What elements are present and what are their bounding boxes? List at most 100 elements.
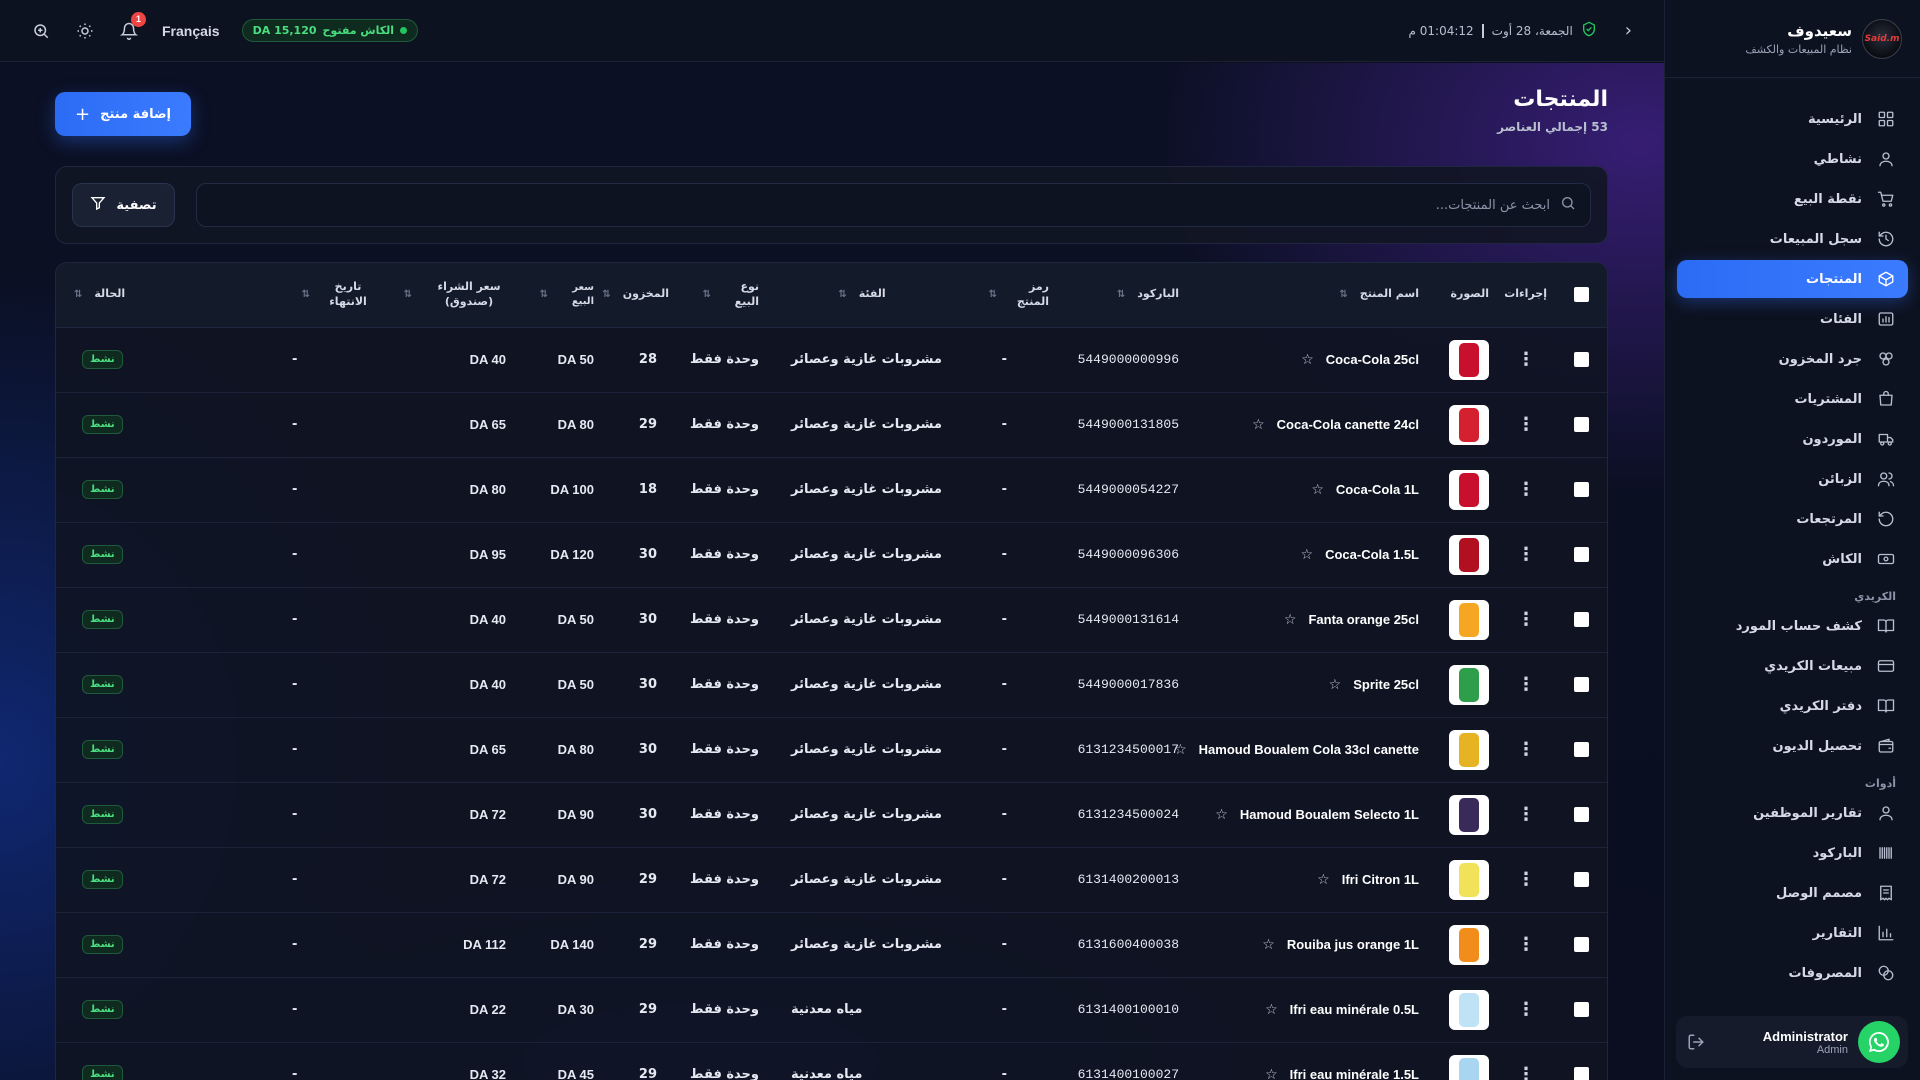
sidebar-item-barcode[interactable]: الباركود	[1677, 834, 1908, 872]
row-actions-menu-icon[interactable]: ⋮	[1497, 392, 1555, 457]
sidebar-item-book[interactable]: كشف حساب المورد	[1677, 607, 1908, 645]
sidebar-item-history[interactable]: سجل المبيعات	[1677, 220, 1908, 258]
whatsapp-icon[interactable]	[1858, 1021, 1900, 1063]
row-actions-menu-icon[interactable]: ⋮	[1497, 782, 1555, 847]
sidebar-item-wallet[interactable]: تحصيل الديون	[1677, 727, 1908, 765]
table-row[interactable]: ⋮ Coca-Cola canette 24cl ☆ 5449000131805 - مش…	[56, 392, 1607, 457]
row-checkbox[interactable]	[1573, 937, 1589, 952]
row-checkbox[interactable]	[1573, 417, 1589, 432]
table-row[interactable]: ⋮ Hamoud Boualem Selecto 1L ☆ 6131234500024…	[56, 782, 1607, 847]
product-name[interactable]: Ifri eau minérale 0.5L	[1290, 1002, 1419, 1017]
sidebar-item-cash[interactable]: الكاش	[1677, 540, 1908, 578]
sidebar-item-receipt[interactable]: مصمم الوصل	[1677, 874, 1908, 912]
row-actions-menu-icon[interactable]: ⋮	[1497, 847, 1555, 912]
product-name[interactable]: Rouiba jus orange 1L	[1287, 937, 1419, 952]
product-name[interactable]: Coca-Cola 1L	[1336, 482, 1419, 497]
row-actions-menu-icon[interactable]: ⋮	[1497, 1042, 1555, 1080]
header-stock[interactable]: المخزون ⇅	[602, 287, 669, 302]
header-code[interactable]: رمز المنتج ⇅	[965, 280, 1049, 310]
favorite-star-icon[interactable]: ☆	[1215, 807, 1228, 823]
sidebar-item-stock[interactable]: جرد المخزون	[1677, 340, 1908, 378]
favorite-star-icon[interactable]: ☆	[1265, 1002, 1278, 1018]
favorite-star-icon[interactable]: ☆	[1265, 1067, 1278, 1080]
product-name[interactable]: Hamoud Boualem Cola 33cl canette	[1199, 742, 1419, 757]
sidebar-item-truck[interactable]: الموردون	[1677, 420, 1908, 458]
product-name[interactable]: Sprite 25cl	[1353, 677, 1419, 692]
favorite-star-icon[interactable]: ☆	[1329, 677, 1342, 693]
favorite-star-icon[interactable]: ☆	[1301, 547, 1314, 563]
row-actions-menu-icon[interactable]: ⋮	[1497, 652, 1555, 717]
row-actions-menu-icon[interactable]: ⋮	[1497, 587, 1555, 652]
header-expiry[interactable]: تاريخ الانتهاء ⇅	[270, 280, 374, 310]
favorite-star-icon[interactable]: ☆	[1262, 937, 1275, 953]
product-name[interactable]: Coca-Cola 1.5L	[1325, 547, 1419, 562]
row-actions-menu-icon[interactable]: ⋮	[1497, 327, 1555, 392]
row-checkbox[interactable]	[1573, 1002, 1589, 1017]
row-actions-menu-icon[interactable]: ⋮	[1497, 522, 1555, 587]
sidebar-item-ledger[interactable]: دفتر الكريدي	[1677, 687, 1908, 725]
header-sale-price[interactable]: سعر البيع ⇅	[530, 281, 594, 308]
table-row[interactable]: ⋮ Coca-Cola 1.5L ☆ 5449000096306 - مشروبات غا…	[56, 522, 1607, 587]
row-actions-menu-icon[interactable]: ⋮	[1497, 977, 1555, 1042]
collapse-sidebar-icon[interactable]: ‹	[1625, 20, 1632, 41]
sidebar-item-employees[interactable]: تقارير الموظفين	[1677, 794, 1908, 832]
row-checkbox[interactable]	[1573, 547, 1589, 562]
row-checkbox[interactable]	[1573, 742, 1589, 757]
row-checkbox[interactable]	[1573, 677, 1589, 692]
table-row[interactable]: ⋮ Ifri Citron 1L ☆ 6131400200013 - مشروبات غا…	[56, 847, 1607, 912]
table-row[interactable]: ⋮ Ifri eau minérale 1.5L ☆ 6131400100027 - مي…	[56, 1042, 1607, 1080]
notifications-icon[interactable]: 1	[118, 11, 146, 42]
row-actions-menu-icon[interactable]: ⋮	[1497, 717, 1555, 782]
table-row[interactable]: ⋮ Rouiba jus orange 1L ☆ 6131600400038 - مشرو…	[56, 912, 1607, 977]
sidebar-item-categories[interactable]: الفئات	[1677, 300, 1908, 338]
table-row[interactable]: ⋮ Coca-Cola 25cl ☆ 5449000000996 - مشروبات غا…	[56, 327, 1607, 392]
product-name[interactable]: Hamoud Boualem Selecto 1L	[1240, 807, 1419, 822]
logout-icon[interactable]	[1684, 1033, 1708, 1051]
add-product-button[interactable]: إضافة منتج +	[55, 92, 191, 136]
favorite-star-icon[interactable]: ☆	[1311, 482, 1324, 498]
sidebar-item-purchases[interactable]: المشتريات	[1677, 380, 1908, 418]
sidebar-item-card[interactable]: مبيعات الكريدي	[1677, 647, 1908, 685]
sidebar-item-chart[interactable]: التقارير	[1677, 914, 1908, 952]
row-checkbox[interactable]	[1573, 872, 1589, 887]
table-row[interactable]: ⋮ Coca-Cola 1L ☆ 5449000054227 - مشروبات غازي…	[56, 457, 1607, 522]
favorite-star-icon[interactable]: ☆	[1284, 612, 1297, 628]
search-field[interactable]: ابحث عن المنتجات...	[196, 183, 1591, 227]
product-name[interactable]: Coca-Cola 25cl	[1326, 352, 1419, 367]
product-name[interactable]: Fanta orange 25cl	[1308, 612, 1419, 627]
theme-toggle-icon[interactable]	[74, 20, 96, 42]
product-name[interactable]: Coca-Cola canette 24cl	[1277, 417, 1419, 432]
header-status[interactable]: الحالة ⇅	[62, 287, 254, 302]
table-row[interactable]: ⋮ Sprite 25cl ☆ 5449000017836 - مشروبات غازية…	[56, 652, 1607, 717]
table-row[interactable]: ⋮ Ifri eau minérale 0.5L ☆ 6131400100010 - مي…	[56, 977, 1607, 1042]
favorite-star-icon[interactable]: ☆	[1252, 417, 1265, 433]
header-barcode[interactable]: الباركود ⇅	[1065, 287, 1179, 302]
product-name[interactable]: Ifri Citron 1L	[1342, 872, 1419, 887]
header-name[interactable]: اسم المنتج ⇅	[1195, 287, 1419, 302]
header-sale-type[interactable]: نوع البيع ⇅	[685, 280, 759, 310]
header-buy-price[interactable]: سعر الشراء (صندوق) ⇅	[390, 280, 514, 310]
language-switch[interactable]: Français	[162, 23, 220, 39]
sidebar-item-user[interactable]: نشاطي	[1677, 140, 1908, 178]
sidebar-item-box[interactable]: المنتجات	[1677, 260, 1908, 298]
row-checkbox[interactable]	[1573, 352, 1589, 367]
sidebar-item-dashboard[interactable]: الرئيسية	[1677, 100, 1908, 138]
favorite-star-icon[interactable]: ☆	[1301, 352, 1314, 368]
filter-button[interactable]: تصفية	[72, 183, 175, 227]
sidebar-item-returns[interactable]: المرتجعات	[1677, 500, 1908, 538]
row-actions-menu-icon[interactable]: ⋮	[1497, 457, 1555, 522]
sidebar-item-expenses[interactable]: المصروفات	[1677, 954, 1908, 992]
row-checkbox[interactable]	[1573, 482, 1589, 497]
sidebar-item-cart[interactable]: نقطة البيع	[1677, 180, 1908, 218]
select-all-checkbox[interactable]	[1573, 287, 1589, 303]
row-checkbox[interactable]	[1573, 612, 1589, 627]
cash-status-pill[interactable]: الكاش مفتوح DA 15,120	[241, 19, 418, 42]
header-category[interactable]: الفئة ⇅	[775, 287, 949, 302]
sidebar-item-customers[interactable]: الزبائن	[1677, 460, 1908, 498]
row-checkbox[interactable]	[1573, 1067, 1589, 1080]
row-checkbox[interactable]	[1573, 807, 1589, 822]
row-actions-menu-icon[interactable]: ⋮	[1497, 912, 1555, 977]
table-row[interactable]: ⋮ Hamoud Boualem Cola 33cl canette ☆ 613123…	[56, 717, 1607, 782]
table-row[interactable]: ⋮ Fanta orange 25cl ☆ 5449000131614 - مشروبات…	[56, 587, 1607, 652]
product-name[interactable]: Ifri eau minérale 1.5L	[1290, 1067, 1419, 1080]
